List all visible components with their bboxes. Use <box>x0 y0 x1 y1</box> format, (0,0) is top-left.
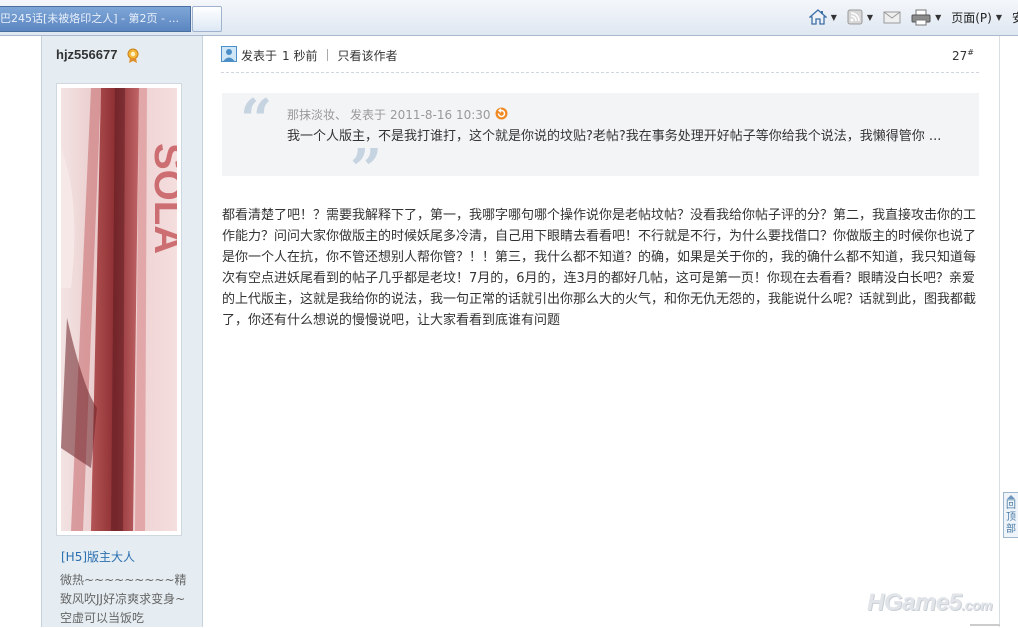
command-bar: ▼ ▼ ▼ 页面(P) ▼ 安 <box>808 6 1018 28</box>
floor-number[interactable]: 27# <box>952 48 974 63</box>
divider <box>221 72 979 73</box>
new-tab-button[interactable] <box>192 6 222 32</box>
avatar[interactable]: SOLA <box>56 83 182 536</box>
chevron-down-icon: ▼ <box>995 12 1002 22</box>
arrow-circle-icon[interactable] <box>495 107 508 123</box>
browser-tab-active[interactable]: 巴245话[未被烙印之人] - 第2页 - ... <box>0 6 191 32</box>
print-icon <box>911 9 931 26</box>
floor-number-value: 27 <box>952 49 968 63</box>
post-header: 发表于 1 秒前 只看该作者 <box>221 45 397 65</box>
site-watermark: HGame5.com <box>867 589 993 617</box>
page-menu[interactable]: 页面(P) ▼ <box>951 6 1002 28</box>
arrow-up-icon <box>1007 495 1015 499</box>
quote-text: 我一个人版主，不是我打谁打，这个就是你说的坟贴?老帖?我在事务处理开好帖子等你给… <box>287 129 942 144</box>
browser-toolbar: 巴245话[未被烙印之人] - 第2页 - ... ▼ ▼ ▼ 页面(P) ▼ <box>0 0 1018 36</box>
only-view-author-link[interactable]: 只看该作者 <box>337 47 397 64</box>
close-quote-icon: ” <box>350 137 383 203</box>
floor-mark: # <box>967 48 974 57</box>
svg-text:SOLA: SOLA <box>146 143 177 254</box>
medal-icon <box>126 48 140 68</box>
divider <box>970 624 1000 626</box>
user-signature: 微热~~~~~~~~~精致风吹JJ好凉爽求变身~空虚可以当饭吃 <box>60 573 187 625</box>
chevron-down-icon[interactable]: ▼ <box>935 13 941 22</box>
chevron-down-icon[interactable]: ▼ <box>867 13 873 22</box>
watermark-suffix: .com <box>961 597 993 613</box>
chevron-down-icon[interactable]: ▼ <box>831 13 837 22</box>
back-to-top-button[interactable]: 回顶部 <box>1003 492 1018 538</box>
home-icon <box>808 9 827 25</box>
read-mail-button[interactable] <box>883 6 901 28</box>
rss-icon <box>847 9 863 25</box>
watermark-main: HGame5 <box>867 589 962 616</box>
quote-meta: 那抹淡妆、 发表于 2011-8-16 10:30 <box>287 106 508 123</box>
divider <box>327 49 329 61</box>
print-button[interactable]: ▼ <box>911 6 941 28</box>
user-group-link[interactable]: [H5]版主大人 <box>61 548 135 565</box>
quote-author: 那抹淡妆、 <box>287 108 348 122</box>
open-quote-icon: “ <box>240 87 273 153</box>
posted-prefix: 发表于 <box>241 48 278 63</box>
page-left-gutter <box>0 36 40 627</box>
post-body: 都看清楚了吧！？需要我解释下了，第一，我哪字哪句哪个操作说你是老帖坟帖？没看我给… <box>222 208 977 328</box>
home-button[interactable]: ▼ <box>808 6 837 28</box>
posted-time: 1 秒前 <box>282 48 318 63</box>
safety-menu-label: 安 <box>1012 9 1018 26</box>
online-status-icon <box>221 45 237 65</box>
read-mail-icon <box>883 9 901 25</box>
safety-menu[interactable]: 安 <box>1012 6 1018 28</box>
page-menu-label: 页面(P) <box>951 10 992 25</box>
back-to-top-label: 回顶部 <box>1006 500 1016 535</box>
divider <box>999 36 1000 627</box>
quote-posted-time: 2011-8-16 10:30 <box>390 107 491 122</box>
author-name-link[interactable]: hjz556677 <box>56 47 117 62</box>
feeds-button[interactable]: ▼ <box>847 6 873 28</box>
quote-posted-label: 发表于 <box>350 108 387 122</box>
user-avatar-icon: SOLA <box>61 88 177 531</box>
